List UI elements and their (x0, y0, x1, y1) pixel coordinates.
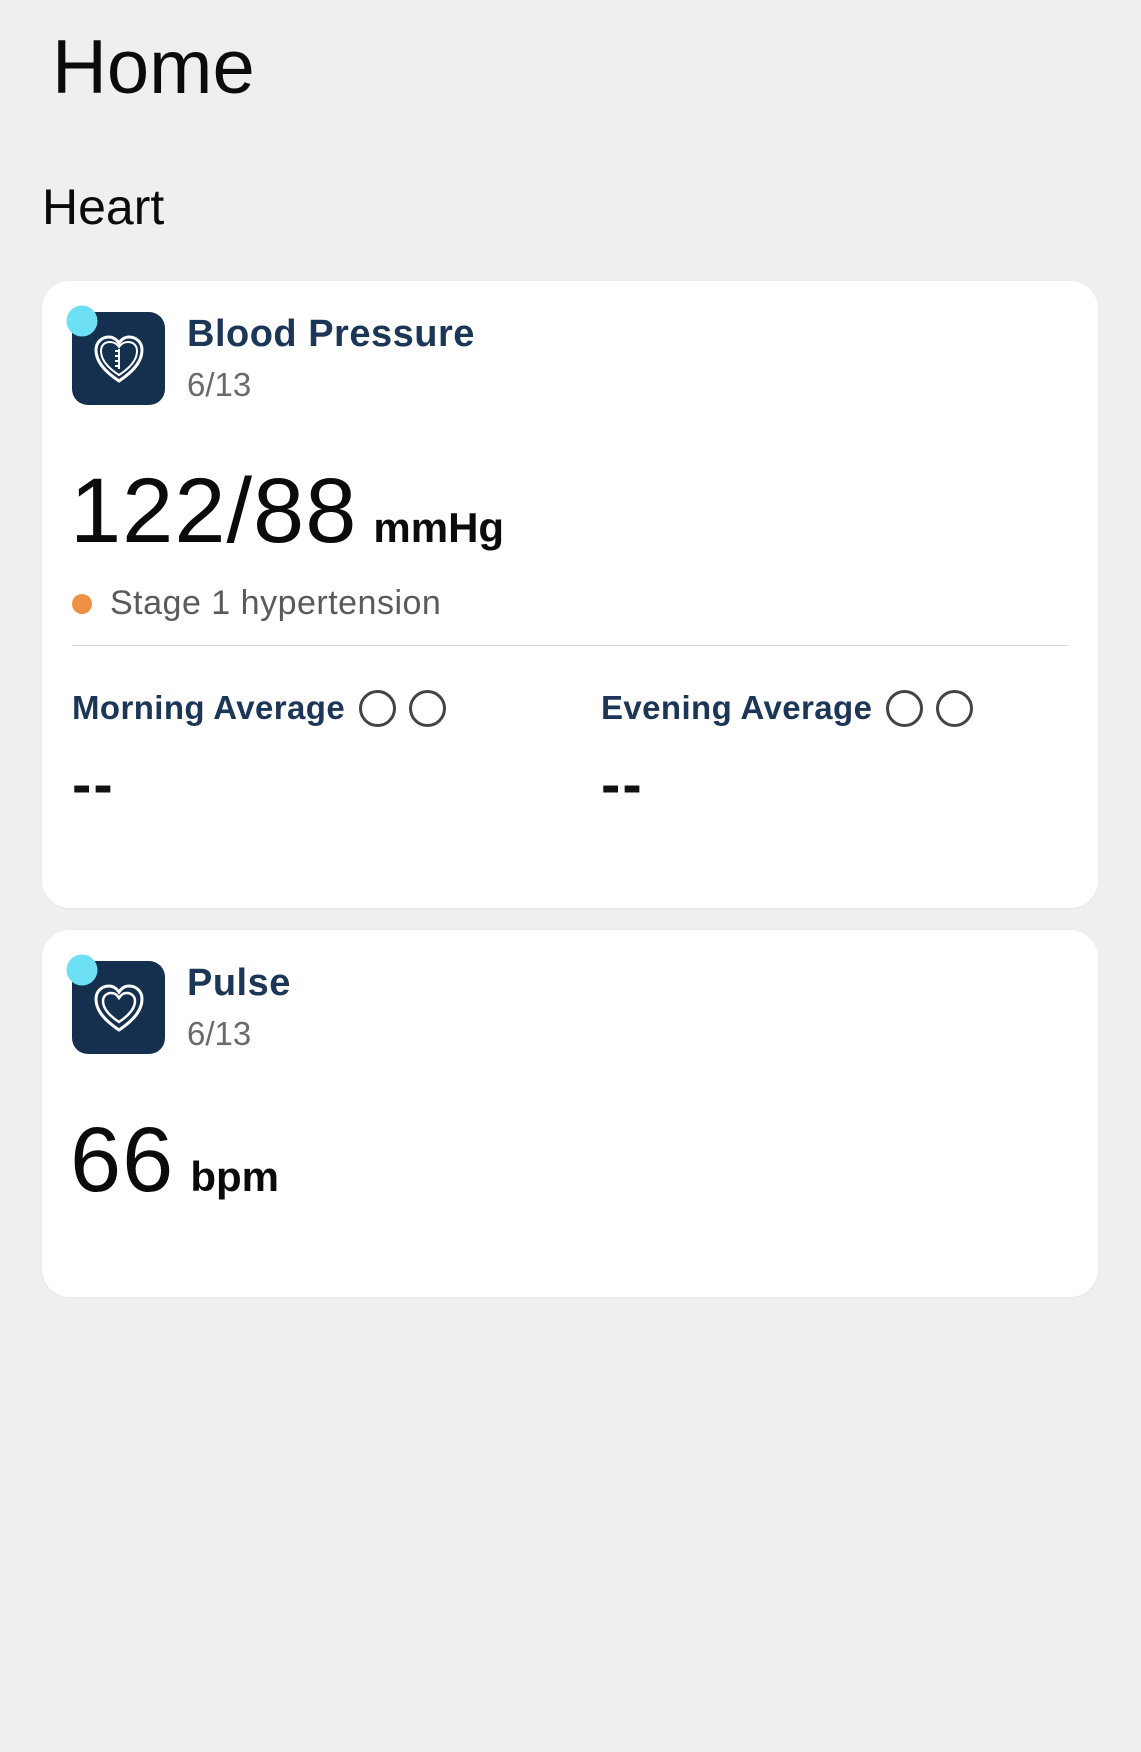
evening-average: Evening Average -- (601, 685, 974, 818)
reading-unit: bpm (190, 1153, 279, 1200)
reading-value: 122/88 (70, 460, 358, 562)
empty-circle-icon (409, 689, 447, 727)
evening-average-value: -- (601, 752, 644, 817)
pulse-reading: 66 bpm (70, 1108, 279, 1213)
page-title: Home (52, 25, 255, 110)
card-date: 6/13 (187, 1015, 252, 1052)
section-title-heart: Heart (42, 179, 165, 235)
new-indicator-dot (66, 954, 98, 986)
empty-circle-icon (936, 689, 974, 727)
morning-average-value: -- (72, 752, 115, 817)
status-dot (72, 593, 92, 614)
status-indicator: Stage 1 hypertension (72, 584, 441, 623)
status-text: Stage 1 hypertension (110, 584, 442, 622)
reading-unit: mmHg (373, 504, 505, 551)
blood-pressure-reading: 122/88 mmHg (70, 459, 504, 564)
card-title: Pulse (187, 962, 291, 1004)
card-date: 6/13 (187, 366, 252, 403)
divider (72, 645, 1068, 646)
pulse-card[interactable]: Pulse 6/13 66 bpm (42, 930, 1098, 1297)
empty-circle-icon (359, 689, 397, 727)
empty-circle-icon (886, 689, 924, 727)
new-indicator-dot (66, 305, 98, 337)
morning-average: Morning Average -- (72, 685, 447, 818)
morning-average-label: Morning Average (72, 689, 346, 726)
blood-pressure-card[interactable]: Blood Pressure 6/13 122/88 mmHg Stage 1 … (42, 281, 1098, 908)
reading-value: 66 (70, 1109, 175, 1211)
card-title: Blood Pressure (187, 313, 475, 355)
evening-average-label: Evening Average (601, 689, 873, 726)
